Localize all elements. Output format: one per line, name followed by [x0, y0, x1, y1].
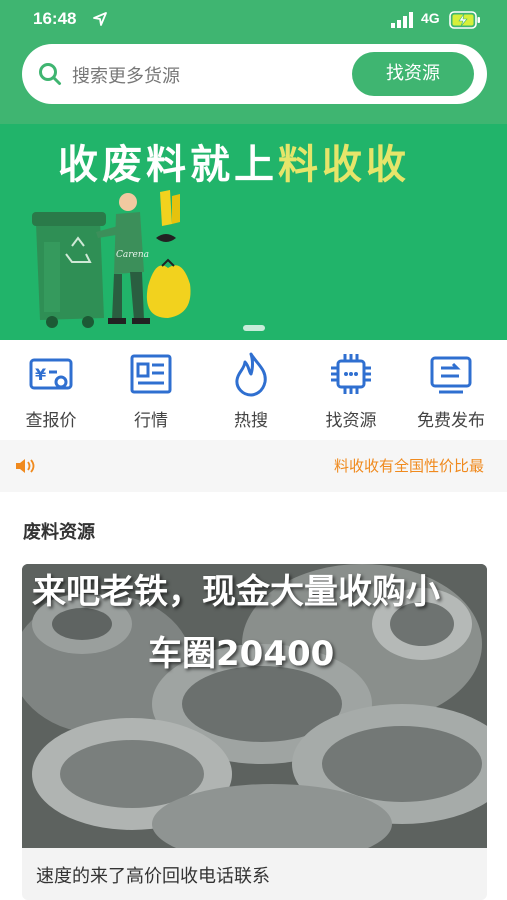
- notice-bar[interactable]: 料收收有全国性价比最: [0, 440, 507, 492]
- flame-icon: [235, 352, 267, 397]
- speaker-icon: [16, 459, 35, 473]
- monitor-icon: [430, 356, 472, 394]
- quick-nav-label: 行情: [134, 411, 168, 431]
- banner-pager-indicator: [243, 325, 265, 331]
- resource-card[interactable]: 来吧老铁，现金大量收购小 车圈20400 速度的来了高价回收电话联系: [22, 564, 487, 900]
- newspaper-icon: [130, 354, 172, 394]
- quick-nav-quote[interactable]: ¥ 查报价: [1, 350, 101, 440]
- find-resource-button[interactable]: 找资源: [352, 52, 474, 96]
- quick-nav-publish[interactable]: 免费发布: [401, 350, 501, 440]
- svg-text:¥: ¥: [35, 365, 46, 384]
- battery-charging-icon: [449, 11, 480, 29]
- quick-nav-hot[interactable]: 热搜: [201, 350, 301, 440]
- recycling-worker-illustration: Carena: [32, 190, 191, 328]
- resource-photo: 来吧老铁，现金大量收购小 车圈20400: [22, 564, 487, 848]
- quick-nav-label: 找资源: [325, 411, 377, 431]
- illus-brand-text: Carena: [116, 250, 149, 260]
- search-icon: [39, 63, 61, 85]
- resource-caption-text: 速度的来了高价回收电话联系: [36, 866, 270, 887]
- status-time: 16:48: [33, 9, 77, 28]
- photo-overlay-line2: 车圈20400: [148, 634, 335, 674]
- quick-nav-label: 热搜: [234, 411, 268, 431]
- quick-nav-label: 免费发布: [417, 411, 485, 431]
- banner-headline-brand: 料收收: [278, 142, 410, 188]
- network-type: 4G: [421, 10, 440, 26]
- price-tag-icon: ¥: [29, 358, 73, 390]
- chip-icon: [331, 354, 371, 394]
- quick-nav-find[interactable]: 找资源: [301, 350, 401, 440]
- search-input[interactable]: 搜索更多货源: [72, 62, 180, 88]
- quick-nav: ¥ 查报价 行情 热搜 找资源 免费发布: [0, 340, 507, 440]
- notice-text: 料收收有全国性价比最: [334, 457, 485, 475]
- scrap-resources-section: 废料资源 来吧老铁，现金大量收购小 车圈20400 速度的来了高价回收电话联系: [0, 492, 507, 900]
- quick-nav-label: 查报价: [25, 411, 77, 431]
- quick-nav-market[interactable]: 行情: [101, 350, 201, 440]
- location-arrow-icon: [93, 12, 107, 26]
- promo-banner[interactable]: 收废料就上料收收 Carena: [0, 124, 507, 340]
- section-title: 废料资源: [23, 522, 95, 543]
- resource-caption: 速度的来了高价回收电话联系: [22, 848, 487, 900]
- status-bar: 16:48 4G: [0, 0, 507, 40]
- photo-overlay-line1: 来吧老铁，现金大量收购小: [32, 572, 440, 612]
- signal-icon: [391, 12, 413, 28]
- search-bar[interactable]: 搜索更多货源 找资源: [22, 44, 487, 104]
